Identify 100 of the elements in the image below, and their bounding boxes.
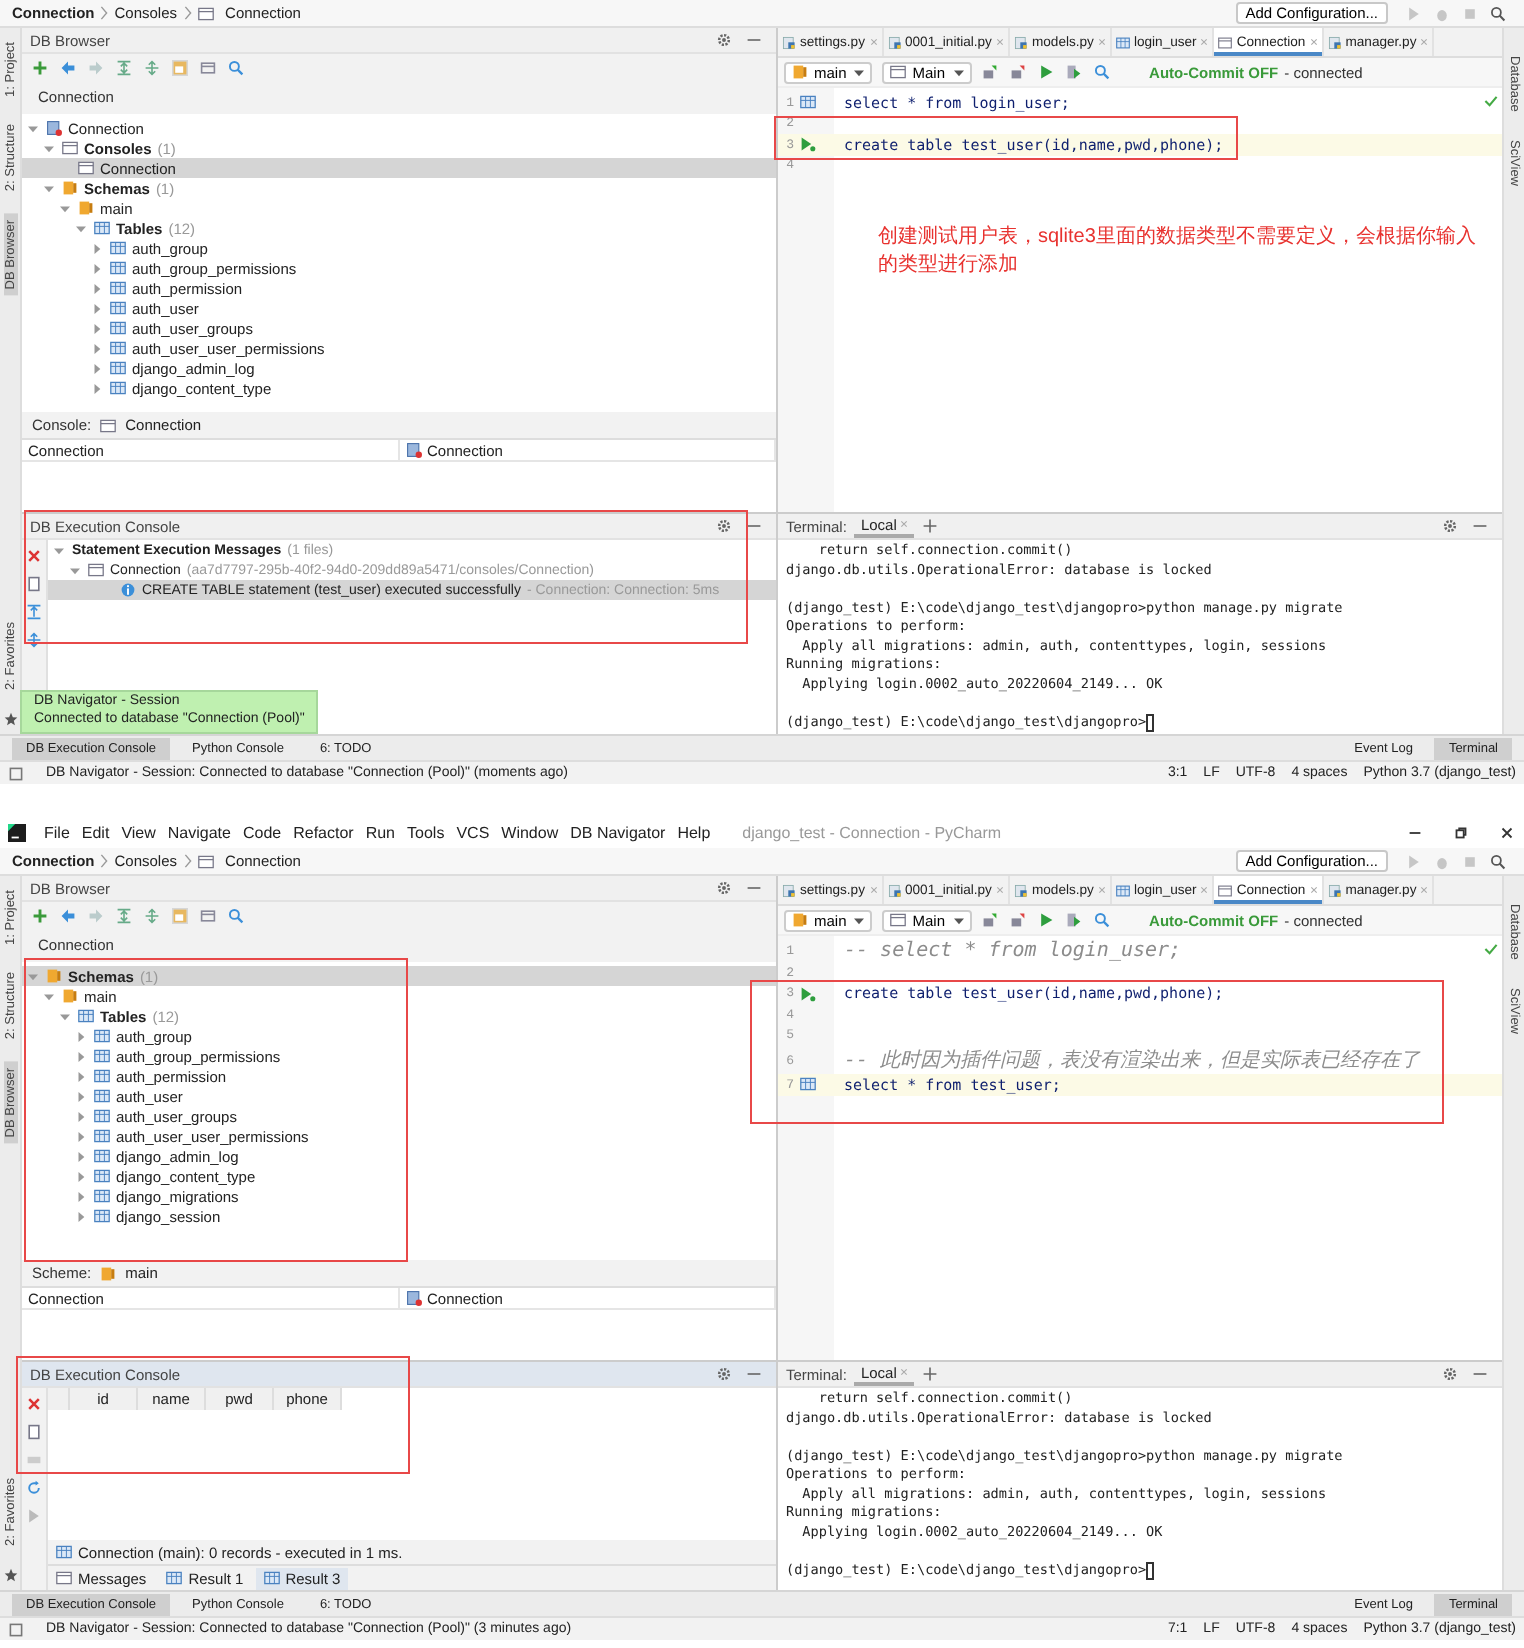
menu-item[interactable]: View: [121, 823, 156, 841]
menu-item[interactable]: Edit: [81, 823, 110, 841]
console-icon: [56, 1570, 72, 1586]
right-arrow-icon[interactable]: [88, 908, 104, 924]
expand-all-icon[interactable]: [26, 604, 42, 620]
run-icon[interactable]: [800, 136, 816, 153]
caret-icon[interactable]: [92, 323, 102, 333]
expand-all-icon[interactable]: [144, 908, 160, 924]
restore-icon[interactable]: [1452, 823, 1470, 841]
commit-icon[interactable]: [981, 64, 998, 80]
caret-icon[interactable]: [76, 1051, 86, 1061]
menu-item[interactable]: VCS: [456, 823, 490, 841]
collapse-all-icon[interactable]: [116, 908, 132, 924]
settings-icon[interactable]: [716, 1366, 732, 1382]
commit-icon[interactable]: [981, 912, 998, 928]
run-file-icon[interactable]: [1065, 64, 1082, 80]
caret-icon[interactable]: [76, 1091, 86, 1101]
expand-all-icon[interactable]: [144, 60, 160, 76]
caret-icon[interactable]: [92, 243, 102, 253]
chevron-icon: [100, 6, 109, 20]
schema-icon: [792, 64, 808, 80]
menu-item[interactable]: DB Navigator: [570, 823, 666, 841]
window-icon[interactable]: [200, 908, 216, 924]
console-icon: [78, 160, 94, 176]
plus-icon[interactable]: [32, 908, 48, 924]
settings-icon[interactable]: [716, 518, 732, 534]
caret-icon[interactable]: [92, 343, 102, 353]
document-icon[interactable]: [26, 1424, 42, 1440]
window-icon[interactable]: [200, 60, 216, 76]
caret-icon[interactable]: [92, 363, 102, 373]
settings-icon[interactable]: [1442, 518, 1458, 534]
menu-item[interactable]: Help: [677, 823, 711, 841]
run-icon[interactable]: [800, 985, 816, 1002]
search-icon[interactable]: [228, 908, 244, 924]
bug-icon[interactable]: [1434, 853, 1450, 869]
bug-icon[interactable]: [1434, 5, 1450, 21]
window-icon[interactable]: [8, 1621, 24, 1637]
menu-item[interactable]: Tools: [407, 823, 445, 841]
caret-icon[interactable]: [76, 223, 86, 233]
caret-icon[interactable]: [76, 1111, 86, 1121]
caret-icon[interactable]: [76, 1131, 86, 1141]
caret-icon[interactable]: [92, 283, 102, 293]
collapse-all-icon[interactable]: [26, 632, 42, 648]
code-line: -- 此时因为插件问题，表没有渲染出来，但是实际表已经存在了: [844, 1047, 1421, 1074]
run-icon[interactable]: [1406, 5, 1422, 21]
window-icon[interactable]: [8, 765, 24, 781]
stop-icon[interactable]: [1462, 5, 1478, 21]
settings-icon[interactable]: [716, 32, 732, 48]
run-file-icon[interactable]: [1065, 912, 1082, 928]
caret-icon[interactable]: [76, 1211, 86, 1221]
caret-icon[interactable]: [44, 991, 54, 1001]
filter-icon[interactable]: [172, 60, 188, 76]
stop-icon[interactable]: [1462, 853, 1478, 869]
menu-item[interactable]: Run: [365, 823, 396, 841]
run-icon[interactable]: [1037, 912, 1054, 928]
caret-icon[interactable]: [76, 1151, 86, 1161]
refresh-icon[interactable]: [26, 1480, 42, 1496]
run-icon[interactable]: [1037, 64, 1054, 80]
database-icon: [405, 1290, 421, 1306]
left-arrow-icon[interactable]: [60, 60, 76, 76]
search-icon[interactable]: [1490, 5, 1506, 21]
run-icon[interactable]: [1406, 853, 1422, 869]
caret-icon[interactable]: [92, 303, 102, 313]
left-arrow-icon[interactable]: [60, 908, 76, 924]
menu-item[interactable]: Navigate: [167, 823, 231, 841]
caret-icon[interactable]: [92, 383, 102, 393]
menu-item[interactable]: File: [44, 823, 70, 841]
menu-item[interactable]: Code: [242, 823, 282, 841]
caret-icon[interactable]: [28, 971, 38, 981]
caret-icon[interactable]: [28, 123, 38, 133]
plus-icon[interactable]: [922, 518, 939, 534]
collapse-all-icon[interactable]: [116, 60, 132, 76]
rollback-icon[interactable]: [1009, 64, 1026, 80]
run-icon[interactable]: [26, 1508, 42, 1524]
search-icon[interactable]: [1093, 912, 1110, 928]
search-icon[interactable]: [1093, 64, 1110, 80]
caret-icon[interactable]: [76, 1171, 86, 1181]
rollback-icon[interactable]: [1009, 912, 1026, 928]
plus-icon[interactable]: [922, 1366, 939, 1382]
document-icon[interactable]: [26, 576, 42, 592]
table-icon: [110, 280, 126, 296]
caret-icon[interactable]: [92, 263, 102, 273]
search-icon[interactable]: [1490, 853, 1506, 869]
menu-item[interactable]: Window: [501, 823, 559, 841]
caret-icon[interactable]: [76, 1191, 86, 1201]
caret-icon[interactable]: [60, 1011, 70, 1021]
menu-item[interactable]: Refactor: [293, 823, 354, 841]
settings-icon[interactable]: [1442, 1366, 1458, 1382]
caret-icon[interactable]: [76, 1031, 86, 1041]
caret-icon[interactable]: [44, 183, 54, 193]
caret-icon[interactable]: [60, 203, 70, 213]
caret-icon[interactable]: [76, 1071, 86, 1081]
search-icon[interactable]: [228, 60, 244, 76]
close-icon[interactable]: [1498, 823, 1516, 841]
right-arrow-icon[interactable]: [88, 60, 104, 76]
caret-icon[interactable]: [44, 143, 54, 153]
filter-icon[interactable]: [172, 908, 188, 924]
table-icon: [94, 1128, 110, 1144]
settings-icon[interactable]: [716, 880, 732, 896]
plus-icon[interactable]: [32, 60, 48, 76]
